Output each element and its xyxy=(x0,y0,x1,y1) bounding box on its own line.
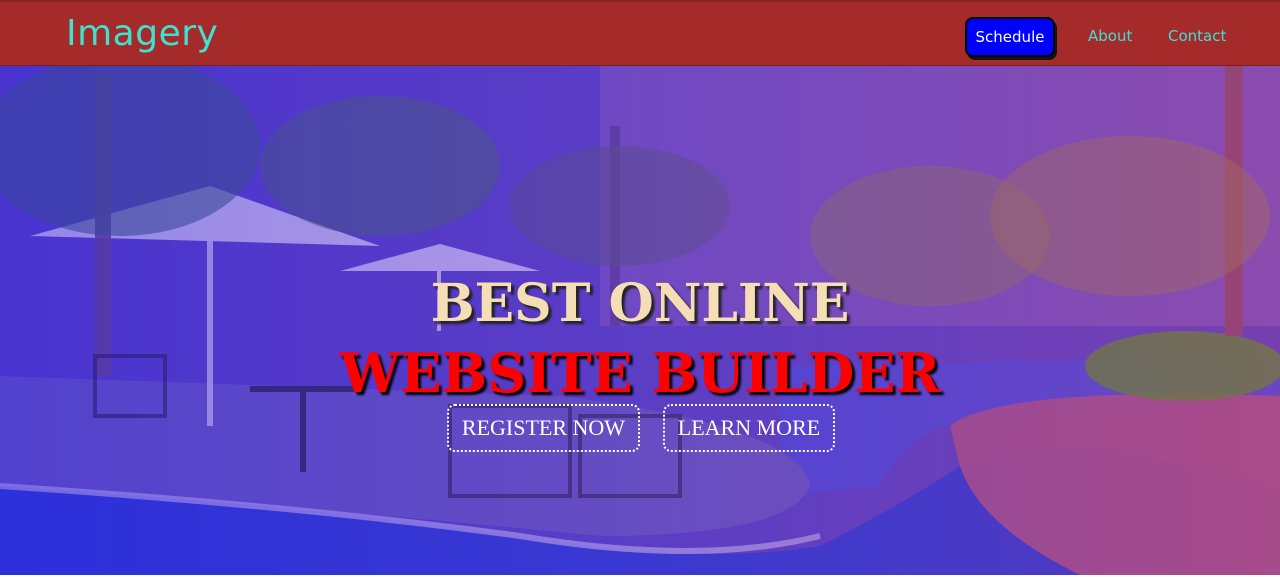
brand-logo[interactable]: Imagery xyxy=(66,12,218,56)
nav-link-about[interactable]: About xyxy=(1088,26,1132,46)
navbar: Imagery Schedule About Contact xyxy=(0,0,1280,66)
hero-headline-line2: WEBSITE BUILDER xyxy=(339,341,941,405)
nav-link-contact[interactable]: Contact xyxy=(1168,26,1226,46)
hero-headline-line1: BEST ONLINE xyxy=(430,273,850,334)
register-now-button[interactable]: REGISTER NOW xyxy=(447,404,640,452)
schedule-button[interactable]: Schedule xyxy=(965,17,1055,57)
learn-more-button[interactable]: LEARN MORE xyxy=(663,404,835,452)
hero-section: BEST ONLINE WEBSITE BUILDER REGISTER NOW… xyxy=(0,66,1280,575)
